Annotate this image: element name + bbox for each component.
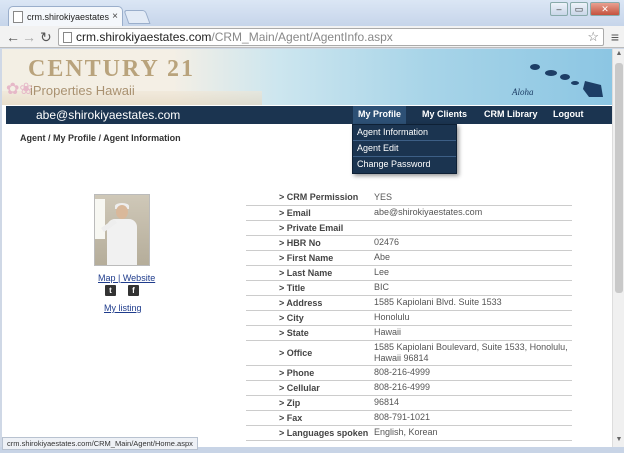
close-window-icon[interactable]: ✕ xyxy=(590,2,620,16)
field-value: 808-216-4999 xyxy=(374,367,431,377)
table-row: > Phone 808-216-4999 xyxy=(246,365,572,380)
address-bar[interactable]: crm.shirokiyaestates.com/CRM_Main/Agent/… xyxy=(58,28,604,46)
field-label: > Address xyxy=(279,297,323,308)
field-value xyxy=(374,220,572,235)
field-label: > Fax xyxy=(279,412,303,423)
field-label: > First Name xyxy=(279,252,334,263)
header-banner: ✿❀ CENTURY 21 iProperties Hawaii Aloha xyxy=(2,49,612,105)
facebook-icon[interactable]: f xyxy=(128,285,139,296)
reload-icon[interactable]: ↻ xyxy=(40,29,52,45)
field-value: Honolulu xyxy=(374,312,410,322)
field-value: 808-791-1021 xyxy=(374,412,431,422)
field-label: > Title xyxy=(279,282,306,293)
field-value: 808-216-4999 xyxy=(374,382,431,392)
field-value: Hawaii xyxy=(374,327,402,337)
status-bar-url: crm.shirokiyaestates.com/CRM_Main/Agent/… xyxy=(2,437,198,450)
scroll-down-icon[interactable]: ▼ xyxy=(614,436,624,446)
aloha-text: Aloha xyxy=(512,87,534,97)
user-email: abe@shirokiyaestates.com xyxy=(36,108,181,122)
century21-logo[interactable]: CENTURY 21 xyxy=(28,56,195,83)
scroll-thumb[interactable] xyxy=(615,63,623,293)
table-row: > City Honolulu xyxy=(246,310,572,325)
field-label: > Email xyxy=(279,207,311,218)
field-value: BIC xyxy=(374,282,390,292)
table-row: > Email abe@shirokiyaestates.com xyxy=(246,205,572,220)
profile-dropdown-menu: Agent Information Agent Edit Change Pass… xyxy=(352,124,457,174)
iproperties-logo: iProperties Hawaii xyxy=(30,83,135,98)
tab-close-icon[interactable]: × xyxy=(112,11,118,22)
field-value: 1585 Kapiolani Boulevard, Suite 1533, Ho… xyxy=(374,341,568,363)
table-row: > Zip 96814 xyxy=(246,395,572,410)
table-row: > Office 1585 Kapiolani Boulevard, Suite … xyxy=(246,340,572,365)
url-host: crm.shirokiyaestates.com xyxy=(76,30,212,44)
table-row: > Address 1585 Kapiolani Blvd. Suite 1533 xyxy=(246,295,572,310)
table-row: > Fax 808-791-1021 xyxy=(246,410,572,425)
nav-my-clients[interactable]: My Clients xyxy=(422,109,467,119)
field-value: Lee xyxy=(374,267,390,277)
my-listing-link[interactable]: My listing xyxy=(104,303,142,313)
browser-menu-icon[interactable]: ≡ xyxy=(611,29,619,45)
browser-tab[interactable]: crm.shirokiyaestates.com/C × xyxy=(8,6,123,26)
menu-item-agent-information[interactable]: Agent Information xyxy=(353,125,456,141)
menu-item-change-password[interactable]: Change Password xyxy=(353,157,456,173)
field-value: 96814 xyxy=(374,397,400,407)
field-label: > Private Email xyxy=(279,222,344,233)
breadcrumb: Agent / My Profile / Agent Information xyxy=(20,133,181,143)
nav-crm-library[interactable]: CRM Library xyxy=(484,109,538,119)
window-controls: – ▭ ✕ xyxy=(550,2,620,16)
table-row: > State Hawaii xyxy=(246,325,572,340)
agent-photo xyxy=(94,194,150,266)
field-label: > Office xyxy=(279,347,313,358)
table-row: > Private Email xyxy=(246,220,572,235)
field-label: > Last Name xyxy=(279,267,333,278)
table-row: > Title BIC xyxy=(246,280,572,295)
nav-my-profile[interactable]: My Profile xyxy=(353,106,407,124)
field-label: > Languages spoken xyxy=(279,427,369,438)
field-value: 1585 Kapiolani Blvd. Suite 1533 xyxy=(374,297,502,307)
table-row: > HBR No 02476 xyxy=(246,235,572,250)
table-row: > First Name Abe xyxy=(246,250,572,265)
bookmark-star-icon[interactable]: ☆ xyxy=(587,29,599,45)
browser-toolbar: ← → ↻ crm.shirokiyaestates.com/CRM_Main/… xyxy=(0,26,624,48)
main-navbar: abe@shirokiyaestates.com My Profile My C… xyxy=(6,106,612,124)
forward-arrow-icon[interactable]: → xyxy=(22,29,36,45)
tab-title: crm.shirokiyaestates.com/C xyxy=(27,11,110,22)
table-row: > Cellular 808-216-4999 xyxy=(246,380,572,395)
agent-info-table: > CRM Permission YES > Email abe@shirokiyae… xyxy=(246,190,572,441)
twitter-icon[interactable]: t xyxy=(105,285,116,296)
page-viewport: ✿❀ CENTURY 21 iProperties Hawaii Aloha a… xyxy=(2,49,612,447)
page-icon xyxy=(63,31,72,43)
maximize-icon[interactable]: ▭ xyxy=(570,2,588,16)
map-website-link[interactable]: Map | Website xyxy=(98,273,155,283)
new-tab-button[interactable] xyxy=(123,10,151,24)
field-label: > State xyxy=(279,327,309,338)
back-arrow-icon[interactable]: ← xyxy=(6,29,20,45)
field-value: abe@shirokiyaestates.com xyxy=(374,207,483,217)
field-value: YES xyxy=(374,191,393,202)
field-value: English, Korean xyxy=(374,427,438,437)
nav-logout[interactable]: Logout xyxy=(553,109,584,119)
field-label: > CRM Permission xyxy=(279,192,359,203)
browser-titlebar: crm.shirokiyaestates.com/C × – ▭ ✕ xyxy=(0,0,624,26)
table-row: > CRM Permission YES xyxy=(246,190,572,205)
scroll-up-icon[interactable]: ▲ xyxy=(614,50,624,60)
vertical-scrollbar[interactable]: ▲ ▼ xyxy=(612,49,624,447)
field-label: > Zip xyxy=(279,397,301,408)
field-label: > HBR No xyxy=(279,237,321,248)
field-value: Abe xyxy=(374,252,391,262)
field-label: > Cellular xyxy=(279,382,320,393)
hawaii-islands-icon xyxy=(530,64,603,97)
url-path: /CRM_Main/Agent/AgentInfo.aspx xyxy=(211,30,393,44)
page-icon xyxy=(13,10,23,23)
table-row: > Last Name Lee xyxy=(246,265,572,280)
field-label: > Phone xyxy=(279,367,315,378)
field-label: > City xyxy=(279,312,304,323)
menu-item-agent-edit[interactable]: Agent Edit xyxy=(353,141,456,157)
field-value: 02476 xyxy=(374,237,400,247)
table-row: > Languages spoken English, Korean xyxy=(246,425,572,440)
minimize-icon[interactable]: – xyxy=(550,2,568,16)
